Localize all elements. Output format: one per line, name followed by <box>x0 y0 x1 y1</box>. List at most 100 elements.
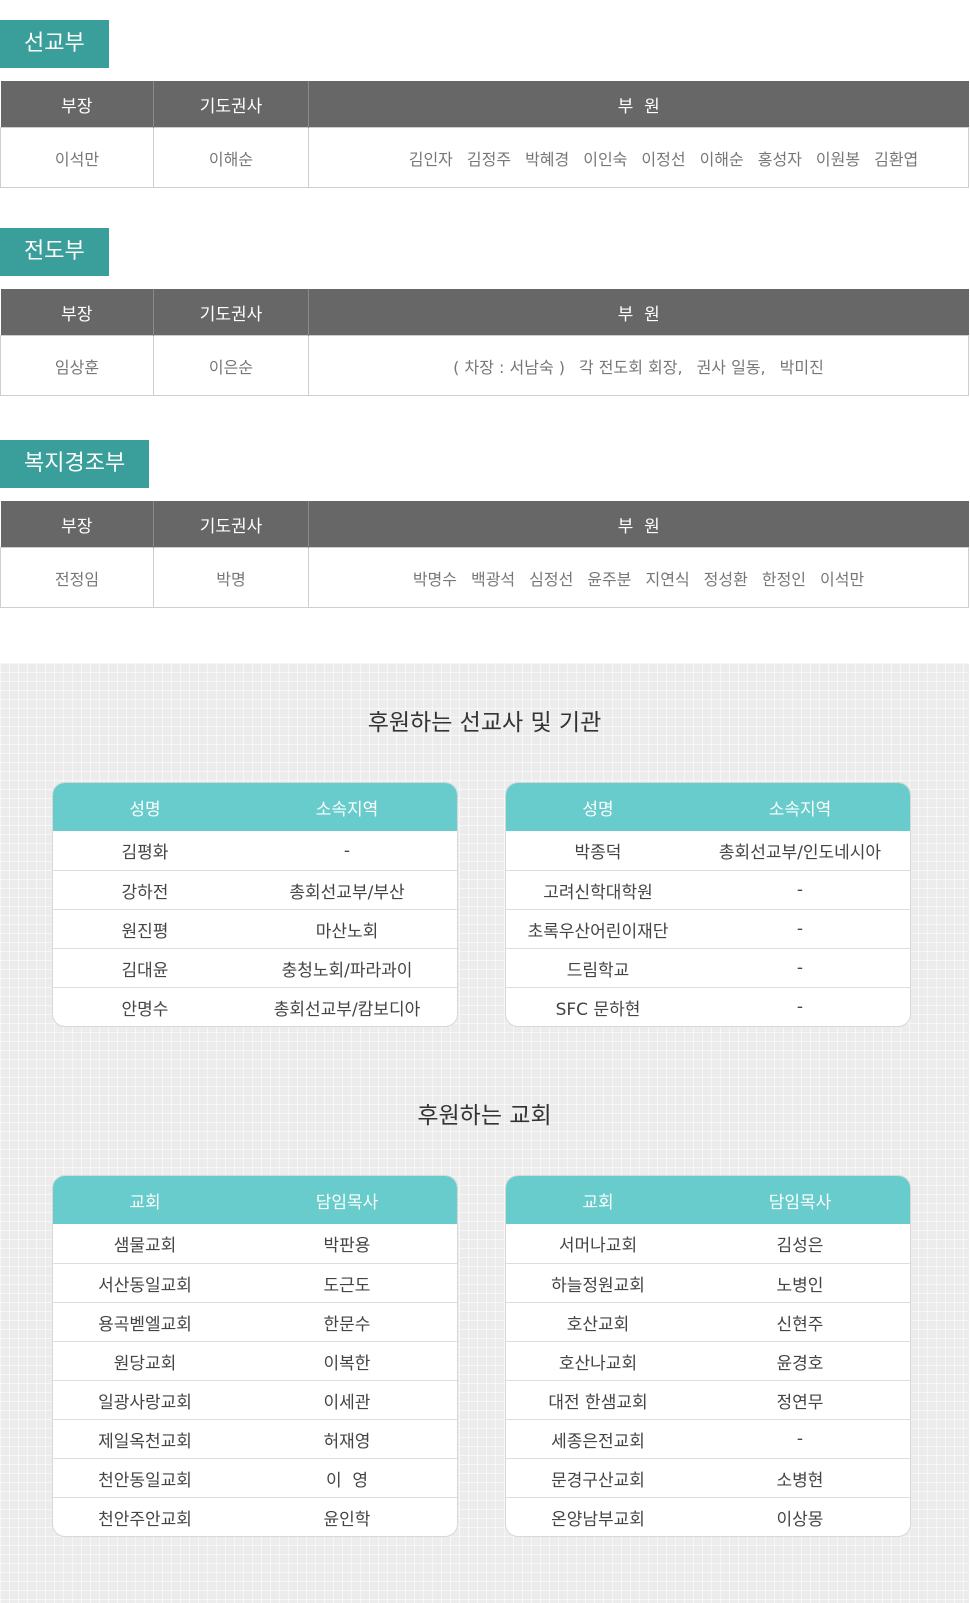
card-body: 박종덕 총회선교부/인도네시아 고려신학대학원 - 초록우산어린이재단 - 드림학교 -… <box>506 831 910 1026</box>
department-evangelism: 전도부 부장 기도권사 부 원 임상훈 이은순 ( 차장 : 서남숙 ) 각 전도… <box>0 228 970 398</box>
table-row: 문경구산교회 소병현 <box>506 1458 910 1497</box>
missionary-region: 총회선교부/캄보디아 <box>273 999 421 1020</box>
table-row: 박종덕 총회선교부/인도네시아 <box>506 831 910 870</box>
missionary-region: 충청노회/파라과이 <box>281 960 413 981</box>
missionary-region: 마산노회 <box>315 921 379 942</box>
member-name: 이원봉 <box>815 149 861 169</box>
header-church: 교회 <box>129 1192 161 1213</box>
church-name: 샘물교회 <box>113 1236 177 1256</box>
church-name: 용곡벧엘교회 <box>98 1314 192 1335</box>
header-deacon: 기도권사 <box>153 501 309 548</box>
member-name: 이정선 <box>641 149 686 169</box>
table-row: 대전 한샘교회 정연무 <box>506 1380 910 1419</box>
department-mission: 선교부 부장 기도권사 부 원 이석만 이해순 김인자 김정주 박혜경 이인숙 이정선 이… <box>0 20 970 190</box>
support-section: 후원하는 선교사 및 기관 성명 소속지역 김평화 - 강하전 총회선교부/부산 원… <box>0 663 969 1603</box>
church-name: 천안주안교회 <box>98 1509 192 1530</box>
header-name: 성명 <box>129 799 161 820</box>
pastor-name: 한문수 <box>323 1314 371 1335</box>
missionaries-card-right: 성명 소속지역 박종덕 총회선교부/인도네시아 고려신학대학원 - 초록우산어린이재… <box>505 782 911 1027</box>
pastor-name: 소병현 <box>776 1470 824 1491</box>
member-name: 김환엽 <box>874 149 919 169</box>
pastor-name: 신현주 <box>776 1314 824 1335</box>
deacon-name: 이은순 <box>153 335 309 396</box>
missionary-name: 드림학교 <box>566 960 630 981</box>
missionary-region: 총회선교부/인도네시아 <box>718 843 882 863</box>
member-name: 김인자 <box>408 149 453 169</box>
member-name: 홍성자 <box>757 149 802 169</box>
header-name: 성명 <box>582 799 614 820</box>
header-region: 소속지역 <box>768 799 832 820</box>
member-name: 심정선 <box>529 569 574 589</box>
pastor-name: 윤인학 <box>323 1509 371 1530</box>
member-name: 윤주분 <box>587 569 632 589</box>
header-deacon: 기도권사 <box>153 81 309 128</box>
church-name: 일광사랑교회 <box>98 1392 192 1413</box>
department-table: 부장 기도권사 부 원 이석만 이해순 김인자 김정주 박혜경 이인숙 이정선 이해순 홍성… <box>0 81 969 188</box>
member-name: 김정주 <box>466 149 512 169</box>
header-deacon: 기도권사 <box>153 289 309 336</box>
members-list: ( 차장 : 서남숙 ) 각 전도회 회장, 권사 일동, 박미진 <box>308 335 969 396</box>
table-row: 김대윤 충청노회/파라과이 <box>53 948 457 987</box>
card-body: 서머나교회 김성은 하늘정원교회 노병인 호산교회 신현주 호산나교회 윤경호 대전 한… <box>506 1224 910 1536</box>
missionary-name: 초록우산어린이재단 <box>527 921 669 942</box>
church-name: 서산동일교회 <box>98 1275 192 1296</box>
missionary-region: - <box>796 919 804 939</box>
header-pastor: 담임목사 <box>768 1192 832 1213</box>
missionary-name: 강하전 <box>121 882 169 903</box>
members-list: 김인자 김정주 박혜경 이인숙 이정선 이해순 홍성자 이원봉 김환엽 <box>308 127 969 188</box>
table-row: 용곡벧엘교회 한문수 <box>53 1302 457 1341</box>
pastor-name: 박판용 <box>323 1236 371 1256</box>
member-name: 지연식 <box>645 569 690 589</box>
card-header: 교회 담임목사 <box>506 1176 910 1224</box>
table-row: SFC 문하현 - <box>506 987 910 1026</box>
church-name: 온양남부교회 <box>551 1509 645 1530</box>
head-name: 임상훈 <box>0 335 154 396</box>
pastor-name: 이상몽 <box>776 1509 824 1530</box>
head-name: 이석만 <box>0 127 154 188</box>
table-row: 김평화 - <box>53 831 457 870</box>
card-header: 성명 소속지역 <box>506 783 910 831</box>
table-row: 강하전 총회선교부/부산 <box>53 870 457 909</box>
card-header: 성명 소속지역 <box>53 783 457 831</box>
missionary-name: SFC 문하현 <box>555 999 641 1020</box>
missionary-name: 고려신학대학원 <box>543 882 653 903</box>
header-church: 교회 <box>582 1192 614 1213</box>
header-head: 부장 <box>0 81 154 128</box>
header-head: 부장 <box>0 289 154 336</box>
church-name: 원당교회 <box>113 1353 177 1374</box>
church-name: 하늘정원교회 <box>551 1275 645 1296</box>
church-name: 대전 한샘교회 <box>548 1392 648 1413</box>
table-row: 천안주안교회 윤인학 <box>53 1497 457 1536</box>
card-body: 샘물교회 박판용 서산동일교회 도근도 용곡벧엘교회 한문수 원당교회 이복한 일광사랑… <box>53 1224 457 1536</box>
churches-title: 후원하는 교회 <box>417 1103 552 1129</box>
table-row: 드림학교 - <box>506 948 910 987</box>
table-row: 온양남부교회 이상몽 <box>506 1497 910 1536</box>
department-title: 선교부 <box>0 20 109 68</box>
church-name: 문경구산교회 <box>551 1470 645 1491</box>
table-row: 제일옥천교회 허재영 <box>53 1419 457 1458</box>
member-name: 박명수 <box>412 569 457 589</box>
churches-card-right: 교회 담임목사 서머나교회 김성은 하늘정원교회 노병인 호산교회 신현주 호산나교회… <box>505 1175 911 1537</box>
table-row: 하늘정원교회 노병인 <box>506 1263 910 1302</box>
pastor-name: 윤경호 <box>776 1353 824 1374</box>
church-name: 서머나교회 <box>558 1236 638 1256</box>
table-row: 샘물교회 박판용 <box>53 1224 457 1263</box>
missionaries-title: 후원하는 선교사 및 기관 <box>367 710 602 736</box>
churches-card-left: 교회 담임목사 샘물교회 박판용 서산동일교회 도근도 용곡벧엘교회 한문수 원당교회… <box>52 1175 458 1537</box>
missionaries-card-left: 성명 소속지역 김평화 - 강하전 총회선교부/부산 원진평 마산노회 김대윤 충청노회… <box>52 782 458 1027</box>
members-list: 박명수 백광석 심정선 윤주분 지연식 정성환 한정인 이석만 <box>308 547 969 608</box>
pastor-name: 이 영 <box>325 1470 369 1491</box>
missionary-name: 박종덕 <box>574 843 622 863</box>
head-name: 전정임 <box>0 547 154 608</box>
pastor-name: - <box>796 1429 804 1449</box>
department-title: 복지경조부 <box>0 440 150 488</box>
church-name: 천안동일교회 <box>98 1470 192 1491</box>
church-name: 호산나교회 <box>558 1353 638 1374</box>
header-head: 부장 <box>0 501 154 548</box>
member-name: 박미진 <box>779 357 824 377</box>
table-row: 원진평 마산노회 <box>53 909 457 948</box>
card-header: 교회 담임목사 <box>53 1176 457 1224</box>
department-table: 부장 기도권사 부 원 전정임 박명 박명수 백광석 심정선 윤주분 지연식 정성환 한정인… <box>0 501 969 608</box>
church-name: 세종은전교회 <box>551 1431 645 1452</box>
header-members: 부 원 <box>308 289 969 336</box>
